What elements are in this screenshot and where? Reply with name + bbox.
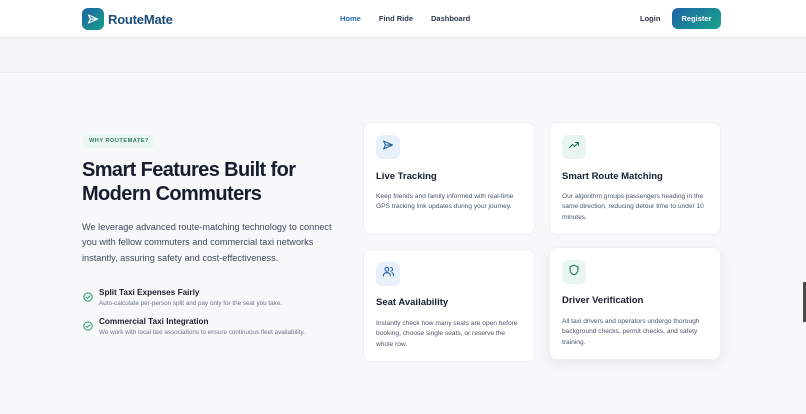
brand-logo[interactable]: RouteMate <box>82 8 173 30</box>
feature-title: Live Tracking <box>376 171 437 182</box>
section-lead: We leverage advanced route-matching tech… <box>82 222 332 263</box>
feature-desc: All taxi drivers and operators undergo t… <box>562 318 700 346</box>
benefit-title: Commercial Taxi Integration <box>99 317 209 326</box>
nav-link-dashboard[interactable]: Dashboard <box>431 14 470 23</box>
feature-title: Driver Verification <box>562 295 644 306</box>
headline-line-1: Smart Features Built for <box>82 159 296 181</box>
feature-card-smart-route[interactable]: Smart Route Matching Our algorithm group… <box>549 122 721 235</box>
benefit-item-taxi-integration: Commercial Taxi Integration We work with… <box>83 317 319 338</box>
shield-icon <box>568 263 580 281</box>
users-icon <box>382 265 395 283</box>
register-button[interactable]: Register <box>672 8 721 29</box>
send-icon <box>382 138 394 156</box>
nav-link-home[interactable]: Home <box>340 14 361 23</box>
benefit-desc: Auto-calculate per-person split and pay … <box>99 300 283 307</box>
feature-icon-box <box>376 262 400 286</box>
benefit-item-split-expenses: Split Taxi Expenses Fairly Auto-calculat… <box>83 288 319 309</box>
feature-desc: Our algorithm groups passengers heading … <box>562 193 704 221</box>
trending-up-icon <box>568 138 580 156</box>
brand-name: RouteMate <box>108 11 173 27</box>
main-nav: Home Find Ride Dashboard <box>340 14 488 23</box>
check-circle-icon <box>83 318 93 331</box>
feature-card-driver-verification[interactable]: Driver Verification All taxi drivers and… <box>549 247 721 360</box>
nav-link-find-ride[interactable]: Find Ride <box>379 14 413 23</box>
navbar: RouteMate Home Find Ride Dashboard Login… <box>0 0 806 38</box>
section-badge: WHY ROUTEMATE? <box>83 134 155 148</box>
benefit-title: Split Taxi Expenses Fairly <box>99 288 200 297</box>
headline-line-2: Modern Commuters <box>82 183 262 205</box>
hero-bottom-band <box>0 39 806 73</box>
feature-icon-box <box>562 260 586 284</box>
logo-send-icon <box>82 8 104 30</box>
feature-desc: Instantly check how many seats are open … <box>376 320 518 348</box>
feature-title: Smart Route Matching <box>562 171 663 182</box>
feature-card-live-tracking[interactable]: Live Tracking Keep friends and family in… <box>363 122 535 235</box>
feature-card-seat-availability[interactable]: Seat Availability Instantly check how ma… <box>363 249 535 362</box>
feature-icon-box <box>376 135 400 159</box>
section-headline: Smart Features Built for Modern Commuter… <box>82 158 342 206</box>
benefit-desc: We work with local taxi associations to … <box>99 329 305 336</box>
feature-title: Seat Availability <box>376 297 449 308</box>
feature-desc: Keep friends and family informed with re… <box>376 193 514 211</box>
check-circle-icon <box>83 289 93 302</box>
feature-icon-box <box>562 135 586 159</box>
login-link[interactable]: Login <box>640 14 660 23</box>
